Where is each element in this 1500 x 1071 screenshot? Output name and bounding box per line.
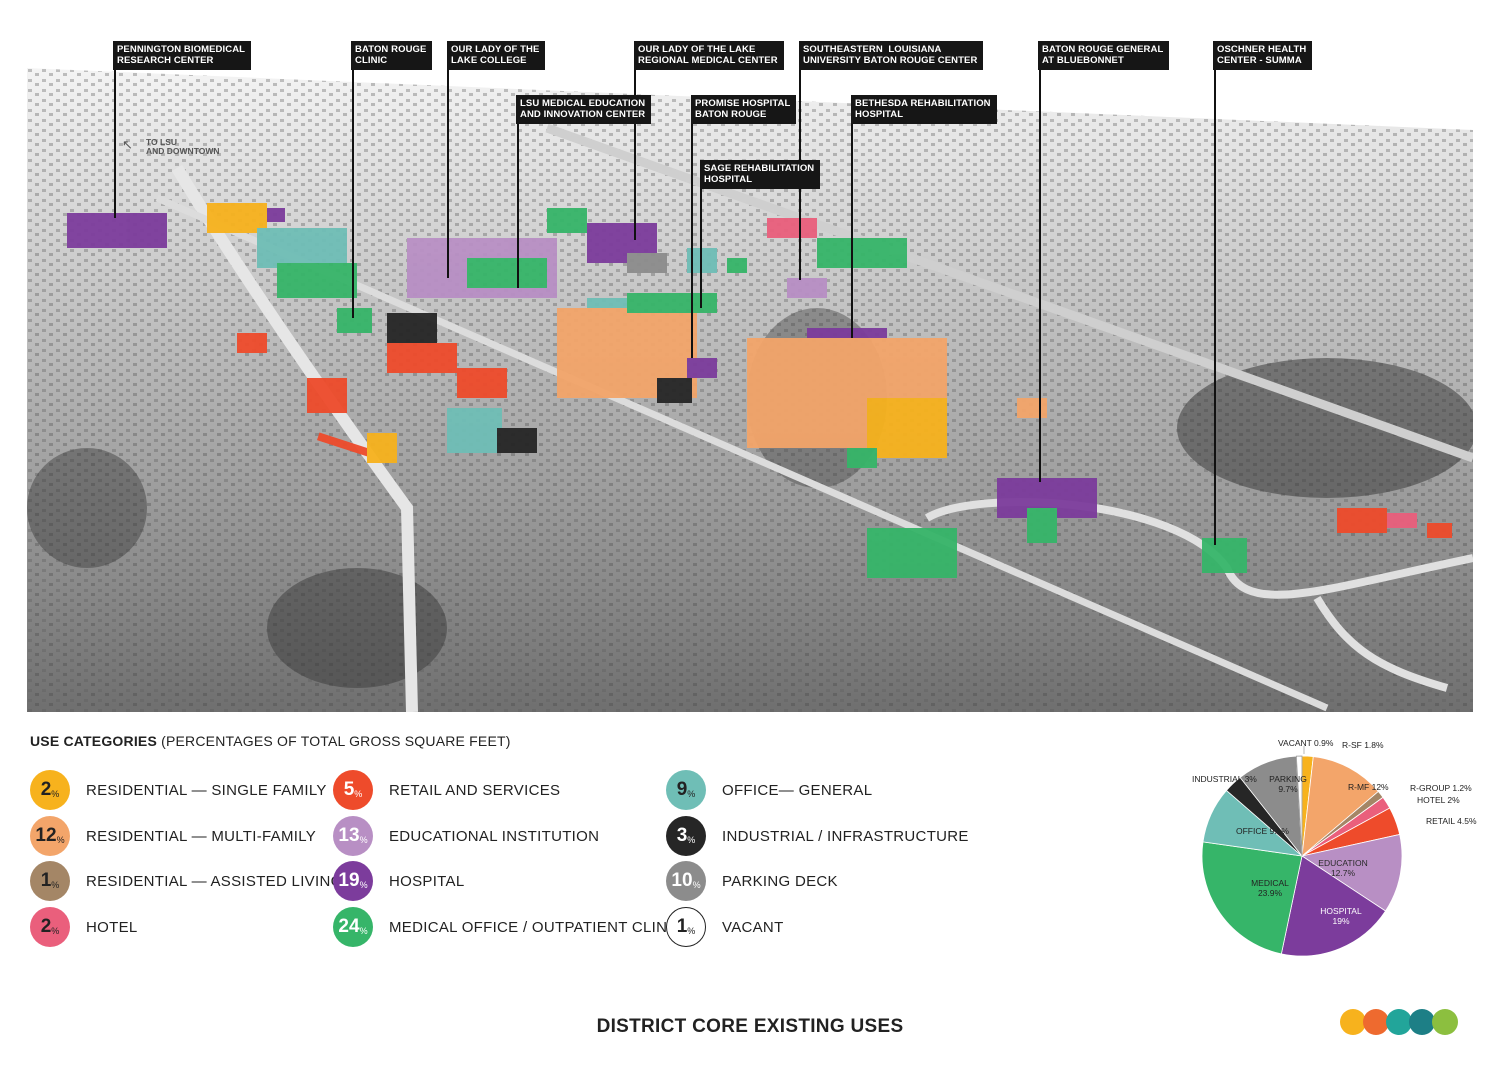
legend-percent-badge: 1% xyxy=(666,907,706,947)
pie-label-industrial: INDUSTRIAL 3% xyxy=(1192,774,1257,784)
callout-br-clinic: BATON ROUGE CLINIC xyxy=(351,41,433,70)
pie-label-r-mf: R-MF 12% xyxy=(1348,782,1389,792)
legend-item: 5% RETAIL AND SERVICES xyxy=(333,770,560,810)
legend-percent-unit: % xyxy=(687,925,696,936)
legend-percent-value: 24 xyxy=(338,916,360,937)
callout-lsu-medical: LSU MEDICAL EDUCATION AND INNOVATION CEN… xyxy=(516,95,652,124)
legend-label: MEDICAL OFFICE / OUTPATIENT CLINIC xyxy=(389,918,683,936)
legend-item: 1% RESIDENTIAL — ASSISTED LIVING xyxy=(30,861,343,901)
pie-label-retail: RETAIL 4.5% xyxy=(1426,816,1477,826)
legend-label: PARKING DECK xyxy=(722,872,838,890)
legend-item: 3% INDUSTRIAL / INFRASTRUCTURE xyxy=(666,816,969,856)
legend-item: 13% EDUCATIONAL INSTITUTION xyxy=(333,816,599,856)
legend-percent-badge: 3% xyxy=(666,816,706,856)
legend-percent-value: 5 xyxy=(343,779,355,800)
callout-bethesda: BETHESDA REHABILITATION HOSPITAL xyxy=(851,95,997,124)
legend-title-main: USE CATEGORIES xyxy=(30,733,158,749)
legend-label: INDUSTRIAL / INFRASTRUCTURE xyxy=(722,827,969,845)
legend-percent-value: 2 xyxy=(40,779,52,800)
legend-percent-badge: 13% xyxy=(333,816,373,856)
arrow-up-left-icon: ↖ xyxy=(122,137,133,152)
legend-percent-unit: % xyxy=(51,925,60,936)
map-annotation: ↖ TO LSU AND DOWNTOWN xyxy=(122,137,227,161)
legend-percent-unit: % xyxy=(51,788,60,799)
callout-leader xyxy=(447,70,449,278)
legend-percent-value: 19 xyxy=(338,870,360,891)
callout-ollake-rmc: OUR LADY OF THE LAKE REGIONAL MEDICAL CE… xyxy=(634,41,784,70)
legend-percent-badge: 24% xyxy=(333,907,373,947)
page-title: DISTRICT CORE EXISTING USES xyxy=(596,1016,904,1037)
legend-percent-value: 12 xyxy=(35,825,57,846)
callout-sage: SAGE REHABILITATION HOSPITAL xyxy=(700,160,821,189)
legend-percent-unit: % xyxy=(687,834,696,845)
legend-percent-badge: 19% xyxy=(333,861,373,901)
legend-subtitle: (PERCENTAGES OF TOTAL GROSS SQUARE FEET) xyxy=(161,733,511,749)
pie-label-r-sf: R-SF 1.8% xyxy=(1342,740,1384,750)
legend-percent-unit: % xyxy=(359,925,368,936)
legend-item: 24% MEDICAL OFFICE / OUTPATIENT CLINIC xyxy=(333,907,683,947)
legend-label: RESIDENTIAL — MULTI-FAMILY xyxy=(86,827,317,845)
legend-percent-badge: 2% xyxy=(30,907,70,947)
legend-label: RESIDENTIAL — SINGLE FAMILY xyxy=(86,781,327,799)
legend-percent-badge: 10% xyxy=(666,861,706,901)
legend-percent-value: 1 xyxy=(40,870,52,891)
legend-label: VACANT xyxy=(722,918,784,936)
legend-percent-unit: % xyxy=(354,788,363,799)
pie-label-vacant: VACANT 0.9% xyxy=(1278,738,1334,748)
legend-item: 9% OFFICE— GENERAL xyxy=(666,770,872,810)
legend-title: USE CATEGORIES (PERCENTAGES OF TOTAL GRO… xyxy=(30,733,511,749)
callout-br-general: BATON ROUGE GENERAL AT BLUEBONNET xyxy=(1038,41,1170,70)
legend-item: 1% VACANT xyxy=(666,907,784,947)
legend-percent-badge: 12% xyxy=(30,816,70,856)
legend-percent-value: 2 xyxy=(40,916,52,937)
callout-leader xyxy=(851,123,853,338)
legend-percent-value: 10 xyxy=(671,870,693,891)
callout-oschner: OSCHNER HEALTH CENTER - SUMMA xyxy=(1213,41,1313,70)
legend-item: 2% RESIDENTIAL — SINGLE FAMILY xyxy=(30,770,327,810)
callout-leader xyxy=(352,70,354,318)
legend-item: 19% HOSPITAL xyxy=(333,861,464,901)
legend-item: 12% RESIDENTIAL — MULTI-FAMILY xyxy=(30,816,316,856)
callout-leader xyxy=(1039,70,1041,482)
legend-percent-value: 9 xyxy=(676,779,688,800)
legend-percent-badge: 5% xyxy=(333,770,373,810)
legend-percent-unit: % xyxy=(687,788,696,799)
legend-label: HOSPITAL xyxy=(389,872,465,890)
callout-leader xyxy=(1214,70,1216,545)
callout-leader xyxy=(700,188,702,308)
callout-leader xyxy=(691,123,693,358)
legend-percent-badge: 1% xyxy=(30,861,70,901)
legend-percent-badge: 9% xyxy=(666,770,706,810)
callout-southeastern: SOUTHEASTERN LOUISIANA UNIVERSITY BATON … xyxy=(799,41,984,70)
callout-leader xyxy=(114,70,116,218)
callout-pennington: PENNINGTON BIOMEDICAL RESEARCH CENTER xyxy=(113,41,252,70)
legend-percent-unit: % xyxy=(56,834,65,845)
pie-chart: R-SF 1.8% R-MF 12% R-GROUP 1.2% HOTEL 2% RET… xyxy=(1192,738,1477,957)
legend-label: RESIDENTIAL — ASSISTED LIVING xyxy=(86,872,343,890)
legend-percent-value: 13 xyxy=(338,825,360,846)
legend-label: RETAIL AND SERVICES xyxy=(389,781,561,799)
legend-label: OFFICE— GENERAL xyxy=(722,781,873,799)
pie-label-r-group: R-GROUP 1.2% xyxy=(1410,783,1472,793)
legend-label: EDUCATIONAL INSTITUTION xyxy=(389,827,600,845)
callout-promise: PROMISE HOSPITAL BATON ROUGE xyxy=(691,95,797,124)
legend-percent-badge: 2% xyxy=(30,770,70,810)
callout-leader xyxy=(517,123,519,288)
direction-label: TO LSU AND DOWNTOWN xyxy=(146,137,220,156)
legend-label: HOTEL xyxy=(86,918,138,936)
legend-percent-unit: % xyxy=(359,834,368,845)
legend-percent-unit: % xyxy=(692,879,701,890)
pie-label-office: OFFICE 9.1% xyxy=(1236,826,1289,836)
callout-ollake-college: OUR LADY OF THE LAKE COLLEGE xyxy=(447,41,546,70)
brand-dot xyxy=(1432,1009,1458,1035)
legend-item: 10% PARKING DECK xyxy=(666,861,838,901)
legend-percent-value: 3 xyxy=(676,825,688,846)
legend-percent-unit: % xyxy=(359,879,368,890)
legend-item: 2% HOTEL xyxy=(30,907,138,947)
legend-percent-unit: % xyxy=(51,879,60,890)
pie-label-hotel: HOTEL 2% xyxy=(1417,795,1460,805)
legend-percent-value: 1 xyxy=(676,916,688,937)
